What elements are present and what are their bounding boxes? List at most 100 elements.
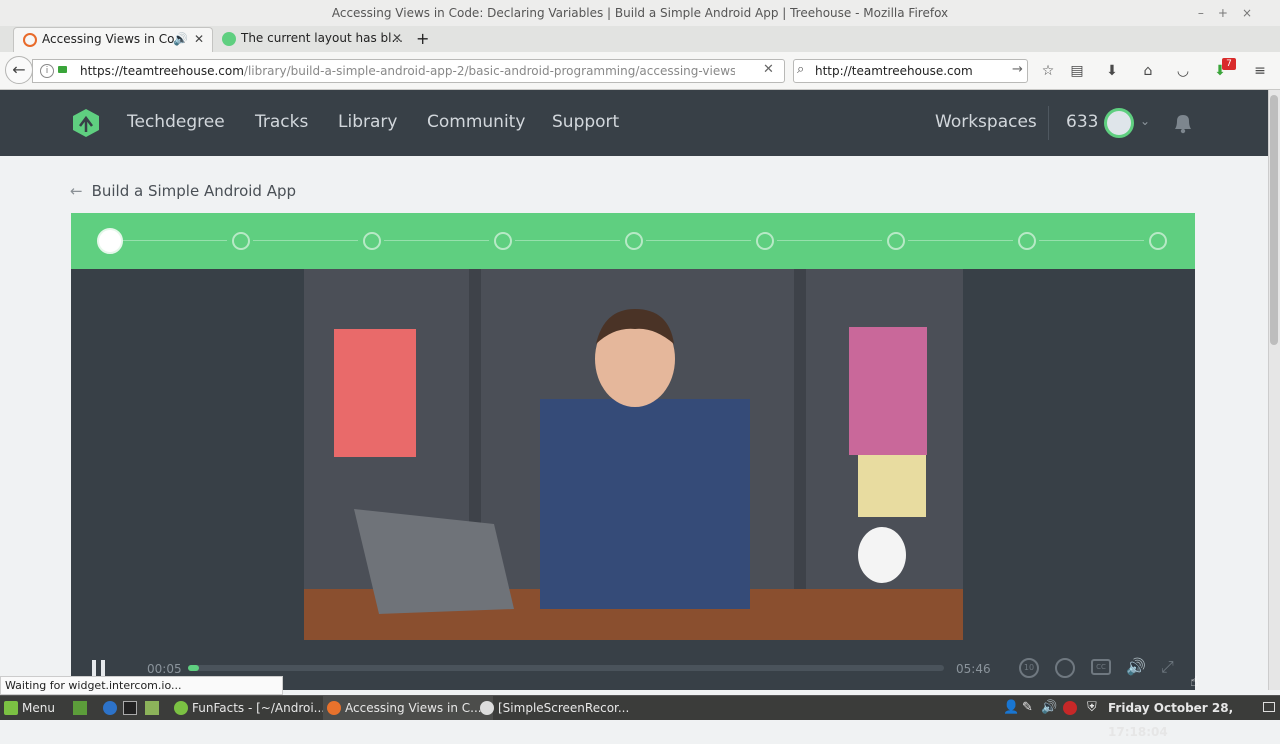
progress-connector bbox=[908, 240, 1013, 241]
seek-bar-fill bbox=[188, 665, 200, 671]
seek-bar[interactable] bbox=[188, 665, 944, 671]
progress-step[interactable] bbox=[1149, 232, 1167, 250]
hamburger-menu-icon[interactable]: ≡ bbox=[1250, 61, 1270, 81]
closed-captions-icon[interactable]: CC bbox=[1091, 659, 1111, 675]
android-studio-icon bbox=[174, 701, 188, 715]
nav-community[interactable]: Community bbox=[427, 112, 525, 132]
taskbar: Menu FunFacts - [~/Androi... Accessing V… bbox=[0, 695, 1280, 739]
loading-icon bbox=[23, 33, 37, 47]
taskbar-item-screen-recorder[interactable]: [SimpleScreenRecor... bbox=[476, 696, 644, 720]
speaker-icon[interactable]: 🔊 bbox=[173, 28, 188, 51]
wall-poster-right bbox=[849, 327, 927, 455]
show-desktop-icon[interactable] bbox=[73, 701, 87, 715]
lamp-base bbox=[858, 527, 906, 583]
course-back-link[interactable]: Build a Simple Android App bbox=[92, 182, 296, 200]
scrollbar-thumb[interactable] bbox=[1270, 95, 1278, 345]
video-frame[interactable] bbox=[304, 269, 963, 640]
user-icon[interactable]: 👤 bbox=[1003, 700, 1019, 715]
progress-step[interactable] bbox=[625, 232, 643, 250]
header-divider bbox=[1048, 106, 1049, 140]
files-launcher-icon[interactable] bbox=[145, 701, 159, 715]
terminal-launcher-icon[interactable] bbox=[123, 701, 137, 715]
progress-connector bbox=[646, 240, 751, 241]
progress-step[interactable] bbox=[232, 232, 250, 250]
bell-icon[interactable] bbox=[1172, 111, 1194, 135]
desktop-icon[interactable] bbox=[1263, 702, 1275, 712]
nav-workspaces[interactable]: Workspaces bbox=[935, 112, 1037, 132]
breadcrumb[interactable]: ← Build a Simple Android App bbox=[70, 182, 296, 200]
progress-step[interactable] bbox=[887, 232, 905, 250]
nav-techdegree[interactable]: Techdegree bbox=[127, 112, 225, 132]
volume-tray-icon[interactable]: 🔊 bbox=[1041, 700, 1057, 715]
tab-bar: Accessing Views in Co... 🔊 ✕ The current… bbox=[0, 26, 1280, 53]
volume-icon[interactable]: 🔊 bbox=[1126, 657, 1146, 676]
taskbar-item-label: [SimpleScreenRecor... bbox=[498, 701, 630, 715]
progress-connector bbox=[777, 240, 882, 241]
record-tray-icon[interactable] bbox=[1063, 701, 1077, 715]
progress-connector bbox=[122, 240, 227, 241]
nav-library[interactable]: Library bbox=[338, 112, 397, 132]
firefox-icon bbox=[327, 701, 341, 715]
progress-connector bbox=[253, 240, 358, 241]
bookmark-star-icon[interactable]: ☆ bbox=[1038, 61, 1058, 81]
pen-icon[interactable]: ✎ bbox=[1022, 700, 1033, 715]
home-icon[interactable]: ⌂ bbox=[1138, 61, 1158, 81]
lock-icon bbox=[58, 66, 67, 73]
new-tab-button[interactable]: + bbox=[408, 27, 438, 52]
status-popup: Waiting for widget.intercom.io... bbox=[0, 676, 283, 695]
pocket-icon[interactable]: ◡ bbox=[1173, 61, 1193, 81]
elapsed-time: 00:05 bbox=[147, 662, 182, 676]
chevron-down-icon[interactable]: ⌄ bbox=[1140, 114, 1150, 128]
avatar[interactable] bbox=[1104, 108, 1134, 138]
menu-label: Menu bbox=[22, 701, 55, 715]
window-title: Accessing Views in Code: Declaring Varia… bbox=[331, 6, 949, 20]
url-text[interactable]: https://teamtreehouse.com/library/build-… bbox=[80, 64, 735, 78]
download-icon[interactable]: ⬇ bbox=[1102, 61, 1122, 81]
taskbar-item-label: Accessing Views in C... bbox=[345, 701, 482, 715]
nav-tracks[interactable]: Tracks bbox=[255, 112, 308, 132]
progress-connector bbox=[515, 240, 620, 241]
search-input[interactable]: http://teamtreehouse.com bbox=[815, 64, 973, 78]
rewind-10-icon[interactable]: 10 bbox=[1019, 658, 1039, 678]
info-icon[interactable]: i bbox=[40, 64, 54, 78]
progress-step[interactable] bbox=[756, 232, 774, 250]
progress-connector bbox=[1039, 240, 1144, 241]
nav-support[interactable]: Support bbox=[552, 112, 619, 132]
status-text: Waiting for widget.intercom.io... bbox=[5, 679, 182, 692]
progress-step[interactable] bbox=[494, 232, 512, 250]
treehouse-logo-icon[interactable] bbox=[71, 108, 101, 138]
clock[interactable]: Friday October 28, 17:18:04 bbox=[1108, 696, 1280, 744]
laptop bbox=[354, 509, 514, 614]
close-tab-icon[interactable]: ✕ bbox=[392, 27, 402, 50]
firefox-launcher-icon[interactable] bbox=[103, 701, 117, 715]
tab-label: Accessing Views in Co... bbox=[42, 32, 186, 46]
lamp-shade bbox=[858, 455, 926, 517]
window-title-bar: Accessing Views in Code: Declaring Varia… bbox=[0, 0, 1280, 26]
back-button[interactable]: ← bbox=[5, 56, 33, 84]
window-controls[interactable]: –+× bbox=[1198, 0, 1266, 26]
search-go-icon[interactable]: → bbox=[1012, 62, 1023, 77]
close-tab-icon[interactable]: ✕ bbox=[194, 28, 204, 51]
taskbar-item-firefox[interactable]: Accessing Views in C... bbox=[323, 696, 493, 720]
pause-icon-bar[interactable] bbox=[101, 660, 105, 676]
search-icon: ⌕ bbox=[797, 62, 805, 77]
speed-icon[interactable] bbox=[1055, 658, 1075, 678]
clear-url-icon[interactable]: ✕ bbox=[763, 62, 774, 77]
shield-icon[interactable]: ⛨ bbox=[1087, 700, 1097, 715]
progress-step[interactable] bbox=[363, 232, 381, 250]
taskbar-item-funfacts[interactable]: FunFacts - [~/Androi... bbox=[170, 696, 338, 720]
reading-list-icon[interactable]: ▤ bbox=[1067, 61, 1087, 81]
tab-current-layout[interactable]: The current layout has bl... ✕ bbox=[213, 27, 410, 52]
taskbar-item-label: FunFacts - [~/Androi... bbox=[192, 701, 326, 715]
wall-poster-left bbox=[334, 329, 416, 457]
tab-accessing-views[interactable]: Accessing Views in Co... 🔊 ✕ bbox=[13, 27, 213, 52]
mouse-cursor-icon: ☝ bbox=[1190, 674, 1199, 690]
fullscreen-icon[interactable]: ⤢ bbox=[1161, 657, 1174, 677]
mint-menu-icon bbox=[4, 701, 18, 715]
progress-connector bbox=[384, 240, 489, 241]
points-count: 633 bbox=[1066, 112, 1099, 132]
back-arrow-icon[interactable]: ← bbox=[70, 182, 83, 200]
progress-step-current[interactable] bbox=[97, 228, 123, 254]
progress-step[interactable] bbox=[1018, 232, 1036, 250]
pause-icon[interactable] bbox=[92, 660, 96, 676]
